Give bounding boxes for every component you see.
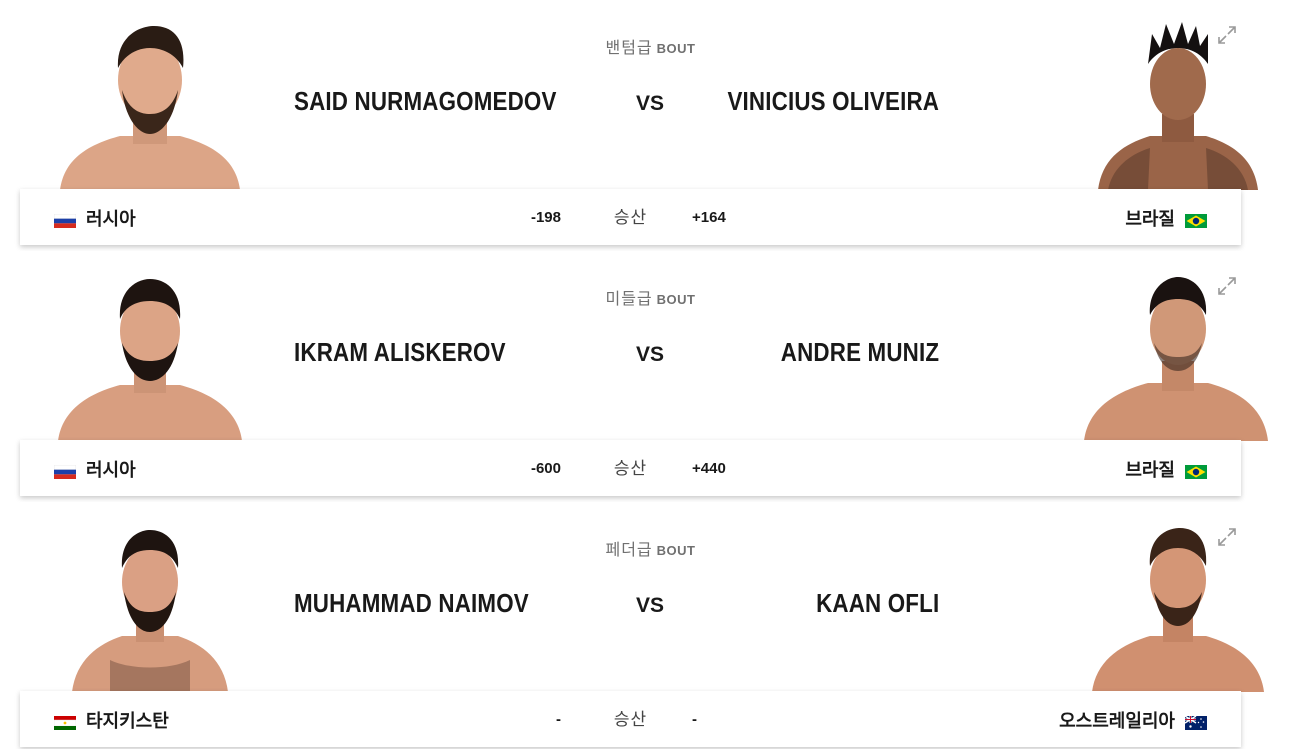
blue-corner-name[interactable]: VINICIUS OLIVEIRA <box>727 86 939 117</box>
bout-footer: 러시아 -600 승산 +440 브라질 <box>20 440 1241 496</box>
bout-card[interactable]: 페더급 BOUT MUHAMMAD NAIMOV VS KAAN OFLI 타지… <box>0 502 1289 749</box>
odds-label: 승산 <box>613 710 648 730</box>
bout-card[interactable]: 밴텀급 BOUT SAID NURMAGOMEDOV VS VINICIUS OL… <box>0 0 1289 251</box>
bout-tag: BOUT <box>656 41 696 56</box>
odds-label: 승산 <box>613 459 648 479</box>
expand-icon[interactable] <box>1216 24 1238 46</box>
vs-label: VS <box>636 343 665 366</box>
bout-header: 페더급 BOUT MUHAMMAD NAIMOV VS KAAN OFLI <box>20 502 1264 692</box>
bout-header: 미들급 BOUT IKRAM ALISKEROV VS ANDRE MUNIZ <box>20 251 1268 441</box>
blue-corner-portrait[interactable] <box>1078 18 1278 190</box>
blue-corner-country-name: 브라질 <box>1125 209 1175 230</box>
blue-corner-name[interactable]: KAAN OFLI <box>816 588 939 619</box>
blue-corner-country: 브라질 <box>1125 205 1207 231</box>
blue-corner-country-name: 브라질 <box>1125 460 1175 481</box>
blue-corner-name[interactable]: ANDRE MUNIZ <box>781 337 939 368</box>
weight-class-name: 미들급 <box>605 289 653 308</box>
bout-tag: BOUT <box>656 543 696 558</box>
bout-card[interactable]: 미들급BOUT IKRAM ALISKEROV VS ANDRE MUNIZ <box>0 251 1289 502</box>
brazil-flag-icon <box>1185 212 1207 228</box>
blue-corner-portrait[interactable] <box>1078 269 1278 441</box>
blue-corner-portrait[interactable] <box>1078 520 1278 692</box>
blue-corner-country: 브라질 <box>1125 456 1207 482</box>
blue-corner-country: 오스트레일리아 <box>1059 707 1207 733</box>
bout-tag: BOUT <box>656 292 696 307</box>
vs-label: VS <box>636 92 665 115</box>
red-corner-name[interactable]: MUHAMMAD NAIMOV <box>294 588 529 619</box>
odds-label: 승산 <box>613 208 648 228</box>
red-corner-name[interactable]: SAID NURMAGOMEDOV <box>294 86 557 117</box>
vs-label: VS <box>636 594 665 617</box>
red-corner-name[interactable]: IKRAM ALISKEROV <box>294 337 506 368</box>
blue-corner-odds: - <box>692 711 697 728</box>
bout-footer: 러시아 -198 승산 +164 브라질 <box>20 189 1241 245</box>
weight-class-name: 밴텀급 <box>605 38 653 57</box>
expand-icon[interactable] <box>1216 526 1238 548</box>
fight-card-list: 밴텀급 BOUT SAID NURMAGOMEDOV VS VINICIUS OL… <box>0 0 1289 749</box>
blue-corner-country-name: 오스트레일리아 <box>1059 711 1175 732</box>
blue-corner-odds: +164 <box>692 209 726 226</box>
bout-footer: 타지키스탄 - 승산 - 오스트레일리아 <box>20 691 1241 747</box>
australia-flag-icon <box>1184 714 1207 730</box>
expand-icon[interactable] <box>1216 275 1238 297</box>
blue-corner-odds: +440 <box>692 460 726 477</box>
bout-header: 밴텀급 BOUT SAID NURMAGOMEDOV VS VINICIUS OL… <box>20 0 1258 190</box>
weight-class-name: 페더급 <box>605 540 653 559</box>
brazil-flag-icon <box>1185 463 1207 479</box>
